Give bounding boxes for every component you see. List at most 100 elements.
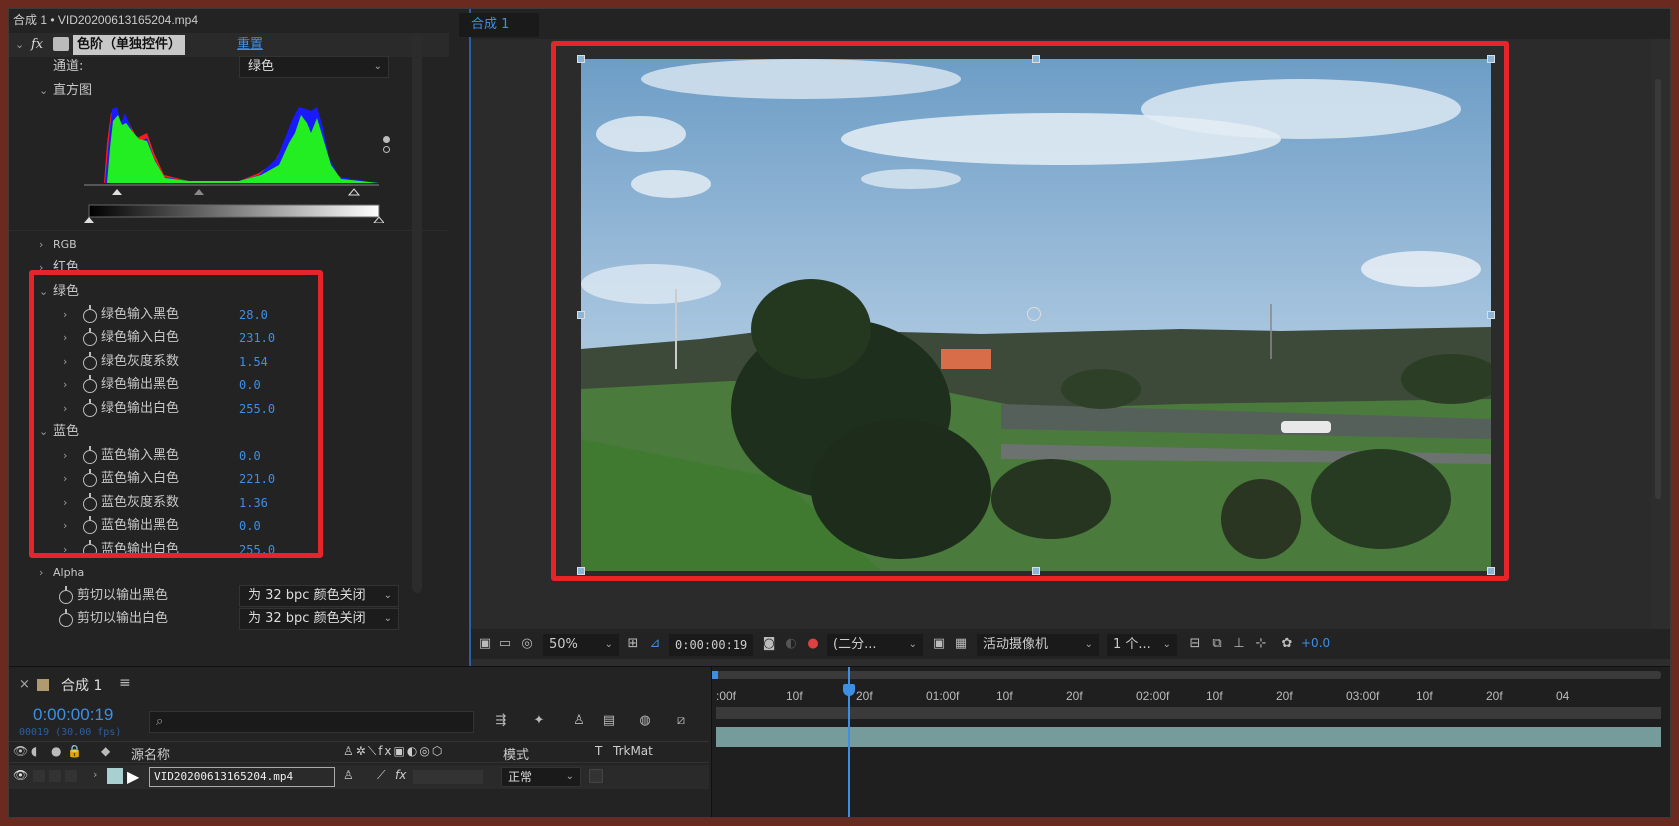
footage-icon: ▶ [127,767,140,786]
views-dropdown[interactable]: 1 个... ⌄ [1107,634,1177,656]
section-alpha[interactable]: Alpha [53,561,84,585]
ruler-tick-label: 20f [1276,689,1293,703]
composition-icon [37,679,49,691]
composition-mini-flowchart-icon[interactable]: ⇶ [493,713,509,729]
frame-blending-icon[interactable]: ▤ [601,713,617,729]
camera-dropdown[interactable]: 活动摄像机 ⌄ [977,634,1099,656]
layer-duration-bar[interactable] [716,727,1661,747]
collapse-chevron-icon[interactable]: ⌄ [15,33,24,57]
layer-name[interactable]: VID20200613165204.mp4 [149,767,335,787]
timeline-scrollbar[interactable] [716,707,1661,719]
gamma-slider[interactable] [194,189,204,195]
mask-visibility-icon[interactable]: ⊿ [647,636,663,652]
shy-switch-icon[interactable]: ♙ [343,768,354,782]
lock-toggle[interactable] [65,770,77,782]
motion-blur-icon[interactable]: ◍ [637,713,653,729]
close-tab-icon[interactable]: × [19,677,30,692]
resolution-dropdown[interactable]: (二分... ⌄ [827,634,923,656]
quality-switch-icon[interactable]: ⟋ [377,768,385,783]
chevron-down-icon: ⌄ [383,613,392,624]
output-black-slider[interactable] [84,217,94,223]
stopwatch-icon[interactable] [59,586,73,604]
expand-chevron-icon[interactable]: › [39,561,43,585]
chevron-down-icon: ⌄ [604,639,613,650]
preserve-transparency-toggle[interactable] [589,769,603,783]
ruler-tick-label: 02:00f [1136,689,1170,703]
reset-link[interactable]: 重置 [237,33,263,57]
expand-chevron-icon[interactable]: › [39,233,43,257]
switch-boxes[interactable] [413,770,483,784]
clip-black-label: 剪切以输出黑色 [77,588,169,603]
visibility-toggle-icon[interactable]: 👁 [13,768,28,782]
ruler-tick-label: 01:00f [926,689,960,703]
histogram-option-dot[interactable] [383,146,390,153]
effect-controls-panel: 合成 1 • VID20200613165204.mp4 ⌄ fx 色阶（单独控… [9,9,471,666]
zoom-dropdown[interactable]: 50% ⌄ [543,634,619,656]
mode-header[interactable]: 模式 [503,744,529,763]
vr-icon[interactable]: ◎ [519,636,535,652]
tab-comp-1[interactable]: 合成 1 [459,13,539,37]
timeline-column-header: 👁 ◖ ● 🔒 ◆ 源名称 ♙✲⟍fx▣◐◎⬡ 模式 T TrkMat [9,741,709,763]
graph-editor-icon[interactable]: ⧄ [673,713,689,729]
ruler-tick-label: 10f [1416,689,1433,703]
timeline-tab[interactable]: 合成 1 [61,675,102,695]
transparency-grid-icon[interactable]: ▦ [953,636,969,652]
stopwatch-icon[interactable] [59,609,73,627]
output-white-slider[interactable] [373,216,384,223]
toggle-pixel-aspect-icon[interactable]: ⊟ [1187,636,1203,652]
shy-layers-icon[interactable]: ♙ [571,713,587,729]
viewer-scrollbar[interactable] [1655,79,1661,499]
effect-name[interactable]: 色阶（单独控件） [73,35,186,55]
timeline-timecode[interactable]: 0:00:00:19 [33,705,113,725]
solo-toggle[interactable] [49,770,61,782]
t-header: T [595,744,603,758]
chevron-down-icon: ⌄ [373,61,382,72]
audio-toggle[interactable] [33,770,45,782]
effect-toggle-icon[interactable] [53,37,69,51]
input-white-slider[interactable] [347,188,361,196]
draft-3d-icon[interactable]: ✦ [531,713,547,729]
solo-column-icon: ● [51,744,62,758]
fx-icon[interactable]: fx [31,33,43,57]
lock-column-icon: 🔒 [67,744,82,758]
clip-black-dropdown[interactable]: 为 32 bpc 颜色关闭 ⌄ [239,585,399,607]
time-ruler-area[interactable]: :00f 10f 20f 01:00f 10f 20f 02:00f 10f 20f 03:00f… [711,667,1670,817]
source-name-header[interactable]: 源名称 [131,744,170,763]
color-channels-icon[interactable]: ● [805,636,821,652]
expand-chevron-icon[interactable]: › [93,768,97,781]
highlight-box [29,270,323,558]
viewer-toolbar: ▣ ▭ ◎ 50% ⌄ ⊞ ⊿ 0:00:00:19 ◙ ◐ ● (二分... ⌄ … [471,629,1670,659]
playhead-handle[interactable] [842,684,855,696]
label-color-swatch[interactable] [107,768,123,784]
layer-search-input[interactable]: ⌕ [149,711,474,733]
reset-exposure-icon[interactable]: ⧉ [1209,636,1225,652]
region-icon[interactable]: ⊞ [625,636,641,652]
camera-snapshot-icon[interactable]: ◙ [761,636,777,652]
exposure-icon[interactable]: ✿ [1279,636,1295,652]
panel-menu-icon[interactable]: ≡ [119,675,131,691]
section-rgb[interactable]: RGB [53,233,77,257]
fast-preview-icon[interactable]: ▣ [931,636,947,652]
trkmat-header[interactable]: TrkMat [613,744,653,758]
clip-white-dropdown[interactable]: 为 32 bpc 颜色关闭 ⌄ [239,608,399,630]
composition-flowchart-icon[interactable]: ⊹ [1253,636,1269,652]
monitor-icon[interactable]: ▭ [497,636,513,652]
exposure-value[interactable]: +0.0 [1301,636,1330,650]
viewer-stage[interactable] [471,39,1661,629]
collapse-chevron-icon[interactable]: ⌄ [39,79,48,103]
always-preview-icon[interactable]: ▣ [477,636,493,652]
histogram-option-dot[interactable] [383,136,390,143]
after-effects-window: 合成 1 • VID20200613165204.mp4 ⌄ fx 色阶（单独控… [8,8,1671,818]
blend-mode-dropdown[interactable]: 正常 ⌄ [501,767,581,787]
layer-row[interactable]: 👁 › ▶ VID20200613165204.mp4 ♙ ⟋ fx 正常 ⌄ [9,765,709,789]
chevron-down-icon: ⌄ [565,771,574,782]
composition-viewer: 合成 1 ▣ ▭ ◎ 50% ⌄ ⊞ ⊿ 0:00:00:19 ◙ ◐ ● (二… [459,9,1670,666]
show-snapshot-icon[interactable]: ◐ [783,636,799,652]
input-black-slider[interactable] [112,189,122,195]
channel-dropdown[interactable]: 绿色 ⌄ [239,56,389,78]
highlight-box [551,41,1509,581]
current-time-field[interactable]: 0:00:00:19 [669,634,753,656]
panel-scrollbar[interactable] [412,33,422,593]
flowchart-icon[interactable]: ⊥ [1231,636,1247,652]
effects-switch-icon[interactable]: fx [395,768,406,782]
